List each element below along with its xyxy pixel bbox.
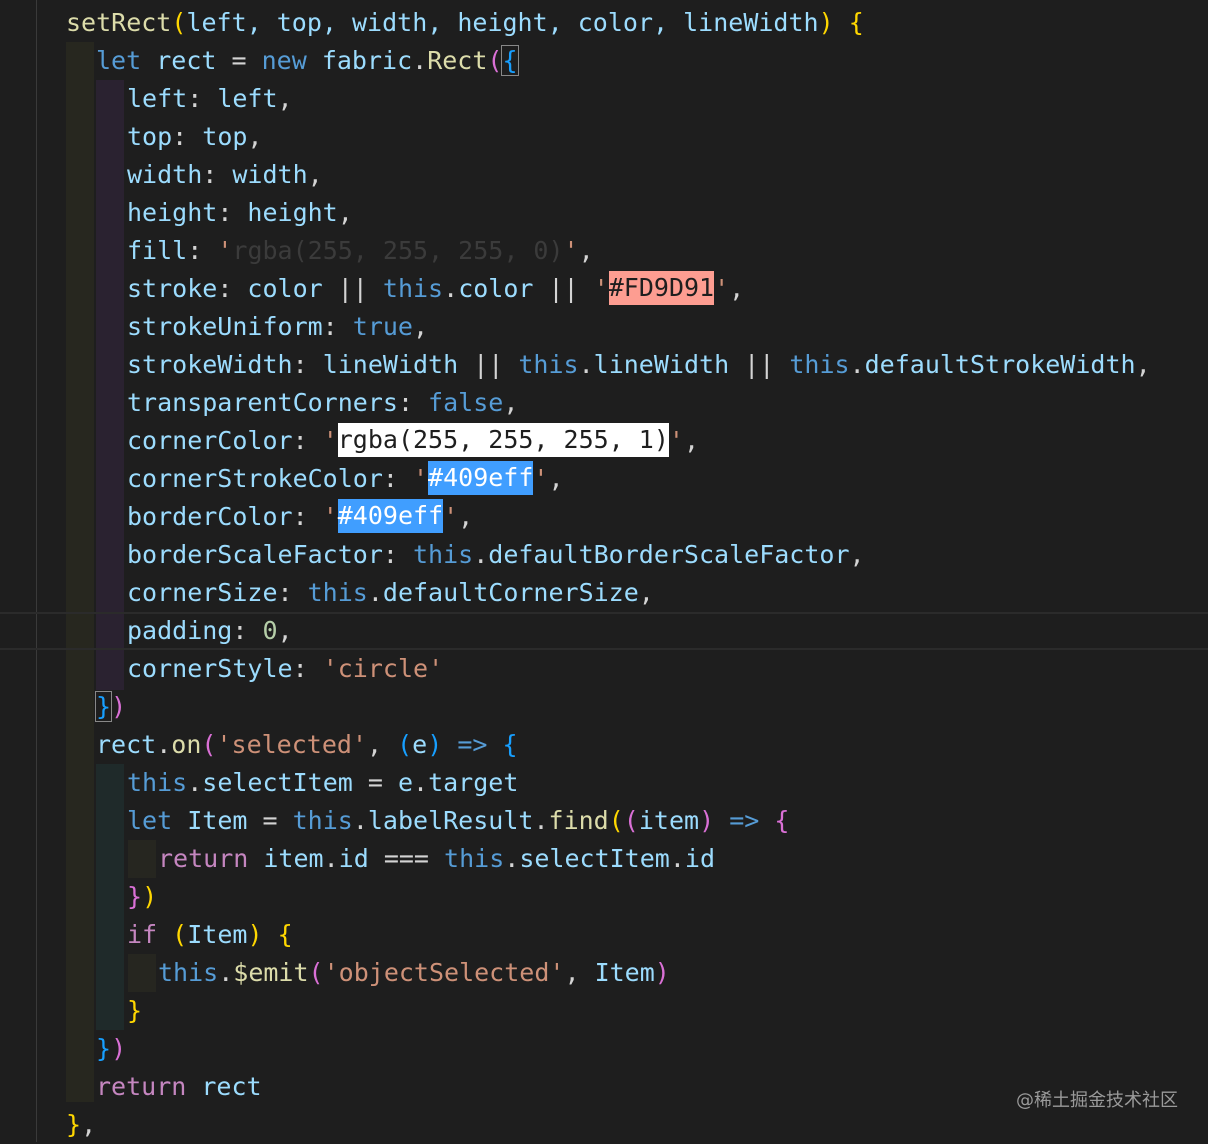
code-line[interactable]: let Item = this.labelResult.find((item) … — [127, 802, 789, 840]
code-line[interactable]: let rect = new fabric.Rect({ — [96, 42, 519, 80]
code-line[interactable]: borderColor: '#409eff', — [127, 498, 473, 536]
code-editor[interactable]: setRect(left, top, width, height, color,… — [0, 0, 1208, 1142]
code-line[interactable]: cornerStyle: 'circle' — [127, 650, 443, 688]
color-swatch-blue: #409eff — [337, 499, 444, 533]
code-line[interactable]: rect.on('selected', (e) => { — [96, 726, 518, 764]
code-line[interactable]: this.$emit('objectSelected', Item) — [158, 954, 670, 992]
code-line[interactable]: width: width, — [127, 156, 323, 194]
color-swatch-salmon: #FD9D91 — [608, 271, 715, 305]
code-line[interactable]: }) — [96, 1030, 126, 1068]
code-line[interactable]: cornerSize: this.defaultCornerSize, — [127, 574, 654, 612]
color-swatch-white: rgba(255, 255, 255, 1) — [337, 423, 669, 457]
indent-guide — [96, 764, 124, 1030]
code-line[interactable]: setRect(left, top, width, height, color,… — [66, 4, 864, 42]
code-line[interactable]: strokeUniform: true, — [127, 308, 428, 346]
function-name: setRect — [66, 8, 172, 37]
color-swatch-blue: #409eff — [428, 461, 534, 495]
code-line[interactable]: height: height, — [127, 194, 353, 232]
code-line[interactable]: }) — [127, 878, 157, 916]
code-line[interactable]: left: left, — [127, 80, 293, 118]
color-swatch-transparent: rgba(255, 255, 255, 0) — [232, 236, 564, 265]
code-line[interactable]: if (Item) { — [127, 916, 293, 954]
indent-guide — [96, 80, 124, 690]
code-line[interactable]: strokeWidth: lineWidth || this.lineWidth… — [127, 346, 1151, 384]
code-line[interactable]: }) — [94, 688, 126, 726]
code-line[interactable]: padding: 0, — [127, 612, 293, 650]
code-line[interactable]: top: top, — [127, 118, 262, 156]
code-line[interactable]: return rect — [96, 1068, 262, 1106]
code-line[interactable]: }, — [66, 1106, 96, 1144]
indent-guide — [66, 42, 94, 1102]
watermark: @稀土掘金技术社区 — [1016, 1090, 1178, 1111]
code-line[interactable]: return item.id === this.selectItem.id — [158, 840, 715, 878]
code-line[interactable]: borderScaleFactor: this.defaultBorderSca… — [127, 536, 865, 574]
code-line[interactable]: } — [127, 992, 142, 1030]
code-line[interactable]: this.selectItem = e.target — [127, 764, 518, 802]
code-line[interactable]: cornerStrokeColor: '#409eff', — [127, 460, 564, 498]
indent-guide — [128, 840, 156, 878]
code-line[interactable]: fill: 'rgba(255, 255, 255, 0)', — [127, 232, 594, 270]
indent-guide — [36, 0, 37, 1142]
function-params: left, top, width, height, color, lineWid… — [186, 8, 819, 37]
code-line[interactable]: transparentCorners: false, — [127, 384, 518, 422]
code-line[interactable]: cornerColor: 'rgba(255, 255, 255, 1)', — [127, 422, 699, 460]
indent-guide — [128, 954, 156, 992]
code-line[interactable]: stroke: color || this.color || '#FD9D91'… — [127, 270, 744, 308]
